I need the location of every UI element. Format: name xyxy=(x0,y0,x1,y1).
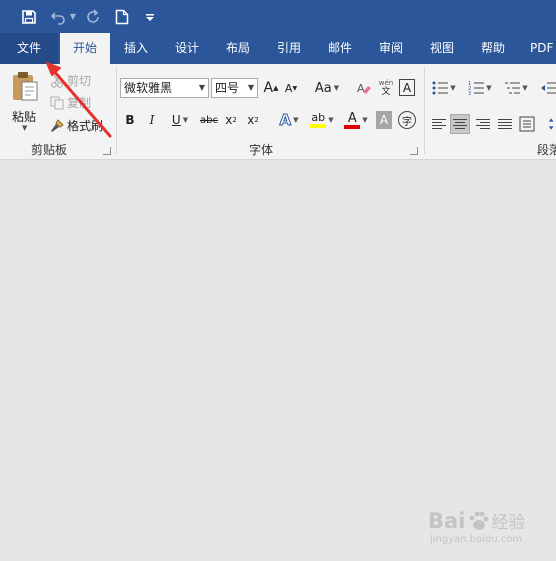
paw-icon xyxy=(469,511,489,530)
annotation-arrow xyxy=(46,62,112,138)
watermark: Bai 经验 jingyan.baidu.com xyxy=(428,508,526,546)
